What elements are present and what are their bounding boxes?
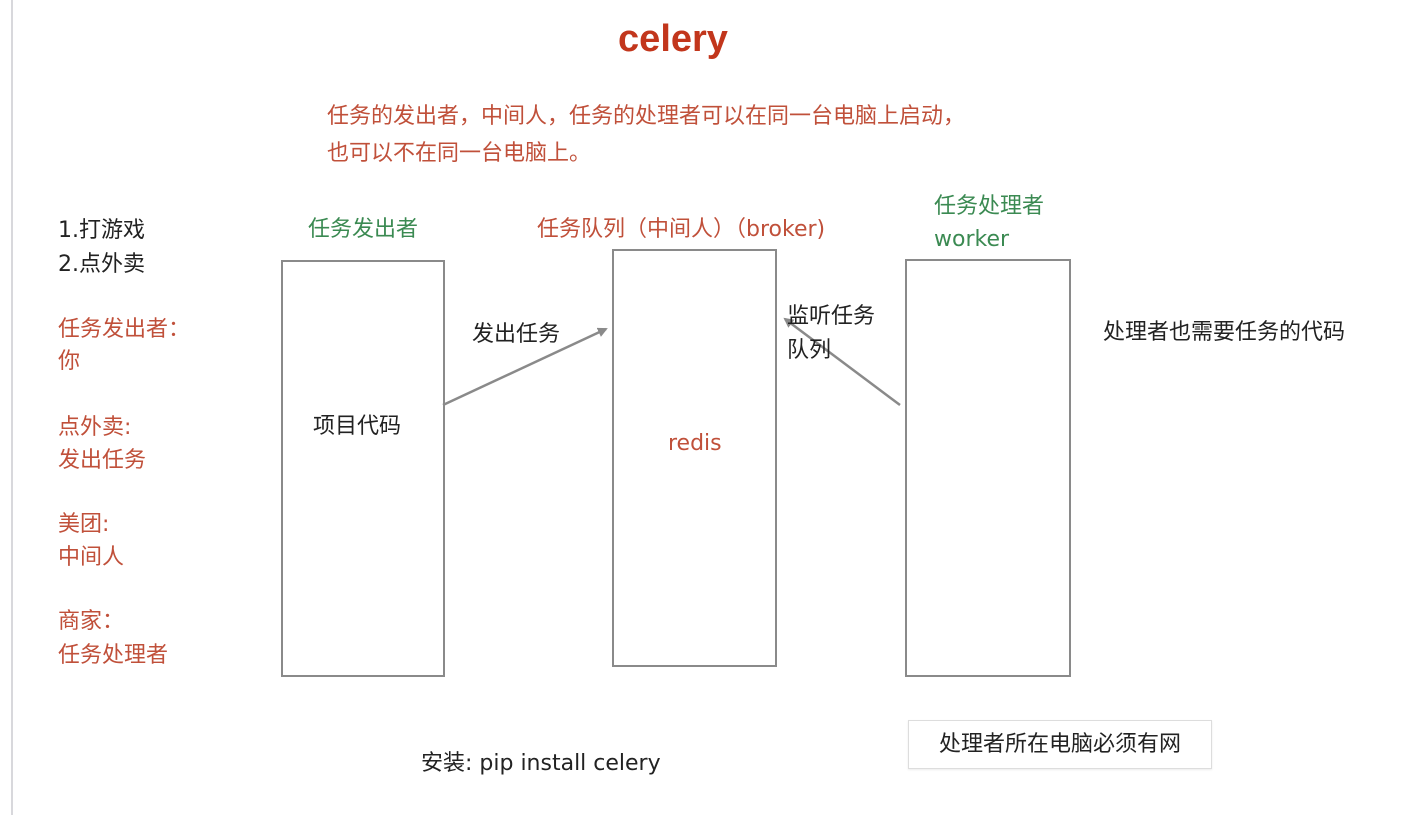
- network-note-text: 处理者所在电脑必须有网: [938, 731, 1181, 757]
- network-note-box: 处理者所在电脑必须有网: [908, 720, 1212, 769]
- send-arrow-label: 发出任务: [472, 322, 561, 347]
- worker-note: 处理者也需要任务的代码: [1103, 320, 1346, 345]
- listen-arrow-label-1: 监听任务: [787, 304, 876, 329]
- listen-arrow-label-2: 队列: [787, 338, 832, 363]
- install-command: 安装: pip install celery: [421, 751, 661, 776]
- arrows-layer: [442, 317, 901, 407]
